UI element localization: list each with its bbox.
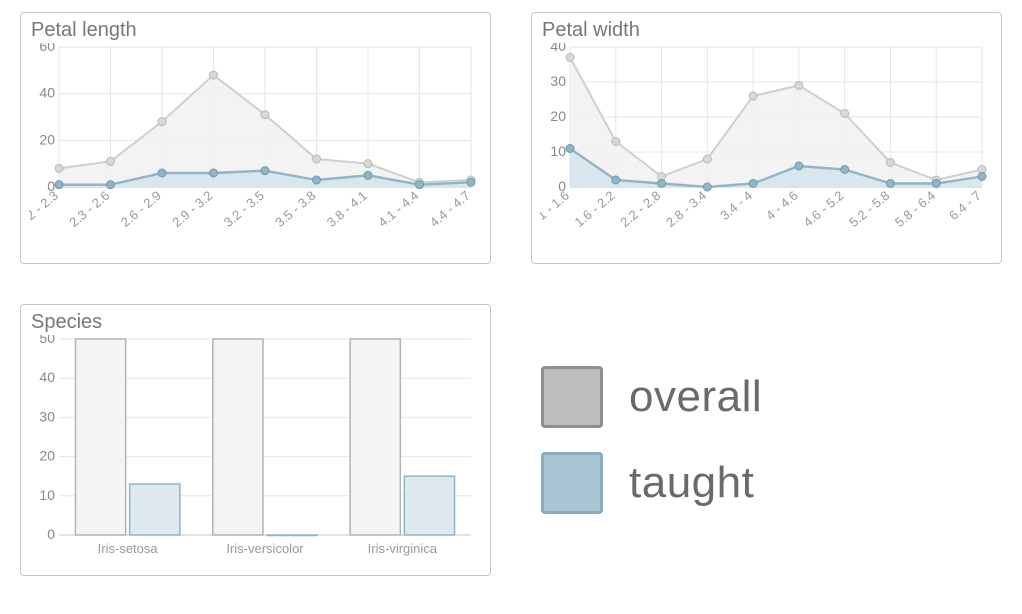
panel-title: Species bbox=[31, 311, 482, 333]
svg-text:2 - 2.3: 2 - 2.3 bbox=[29, 188, 61, 223]
svg-text:40: 40 bbox=[550, 43, 566, 54]
svg-text:4.4 - 4.7: 4.4 - 4.7 bbox=[427, 188, 473, 230]
legend-label-overall: overall bbox=[629, 372, 762, 422]
svg-text:30: 30 bbox=[39, 408, 55, 424]
legend-item-overall: overall bbox=[541, 366, 1002, 428]
svg-text:2.2 - 2.8: 2.2 - 2.8 bbox=[617, 188, 663, 230]
svg-text:Iris-setosa: Iris-setosa bbox=[98, 541, 159, 556]
svg-text:5.8 - 6.4: 5.8 - 6.4 bbox=[892, 188, 938, 230]
svg-text:6.4 - 7: 6.4 - 7 bbox=[946, 188, 984, 223]
svg-text:5.2 - 5.8: 5.2 - 5.8 bbox=[846, 188, 892, 230]
panel-petal-width: Petal width 0102030401 - 1.61.6 - 2.22.2… bbox=[531, 12, 1002, 264]
svg-text:Iris-virginica: Iris-virginica bbox=[368, 541, 438, 556]
svg-text:10: 10 bbox=[550, 143, 566, 159]
svg-text:0: 0 bbox=[47, 526, 55, 542]
panel-species: Species 0 10 20 30 40 50 Iris-setosa Iris-versi… bbox=[20, 304, 491, 576]
svg-text:2.6 - 2.9: 2.6 - 2.9 bbox=[118, 188, 164, 230]
svg-text:3.5 - 3.8: 3.5 - 3.8 bbox=[272, 188, 318, 230]
svg-text:20: 20 bbox=[39, 131, 55, 147]
svg-text:1.6 - 2.2: 1.6 - 2.2 bbox=[572, 188, 618, 230]
panel-title: Petal width bbox=[542, 19, 993, 41]
svg-text:10: 10 bbox=[39, 487, 55, 503]
legend-swatch-overall bbox=[541, 366, 603, 428]
legend-swatch-taught bbox=[541, 452, 603, 514]
legend-label-taught: taught bbox=[629, 458, 754, 508]
svg-text:4 - 4.6: 4 - 4.6 bbox=[763, 188, 801, 223]
svg-text:40: 40 bbox=[39, 369, 55, 385]
svg-text:Iris-versicolor: Iris-versicolor bbox=[226, 541, 304, 556]
svg-text:40: 40 bbox=[39, 85, 55, 101]
panel-title: Petal length bbox=[31, 19, 482, 41]
svg-text:4.1 - 4.4: 4.1 - 4.4 bbox=[375, 188, 421, 230]
chart-petal-length: 02040602 - 2.32.3 - 2.62.6 - 2.92.9 - 3.… bbox=[29, 43, 479, 253]
svg-text:1 - 1.6: 1 - 1.6 bbox=[540, 188, 572, 223]
svg-text:50: 50 bbox=[39, 335, 55, 346]
svg-text:30: 30 bbox=[550, 73, 566, 89]
svg-text:3.8 - 4.1: 3.8 - 4.1 bbox=[324, 188, 370, 230]
svg-text:3.4 - 4: 3.4 - 4 bbox=[717, 188, 755, 223]
legend: overall taught bbox=[531, 304, 1002, 576]
svg-text:4.6 - 5.2: 4.6 - 5.2 bbox=[800, 188, 846, 230]
svg-text:2.3 - 2.6: 2.3 - 2.6 bbox=[66, 188, 112, 230]
svg-text:3.2 - 3.5: 3.2 - 3.5 bbox=[221, 188, 267, 230]
chart-petal-width: 0102030401 - 1.61.6 - 2.22.2 - 2.82.8 - … bbox=[540, 43, 990, 253]
legend-item-taught: taught bbox=[541, 452, 1002, 514]
svg-text:2.8 - 3.4: 2.8 - 3.4 bbox=[663, 188, 709, 230]
svg-text:20: 20 bbox=[550, 108, 566, 124]
svg-text:20: 20 bbox=[39, 448, 55, 464]
svg-text:2.9 - 3.2: 2.9 - 3.2 bbox=[169, 188, 215, 230]
panel-petal-length: Petal length 02040602 - 2.32.3 - 2.62.6 … bbox=[20, 12, 491, 264]
svg-text:60: 60 bbox=[39, 43, 55, 54]
chart-species: 0 10 20 30 40 50 Iris-setosa Iris-versicolor Iri… bbox=[29, 335, 479, 565]
